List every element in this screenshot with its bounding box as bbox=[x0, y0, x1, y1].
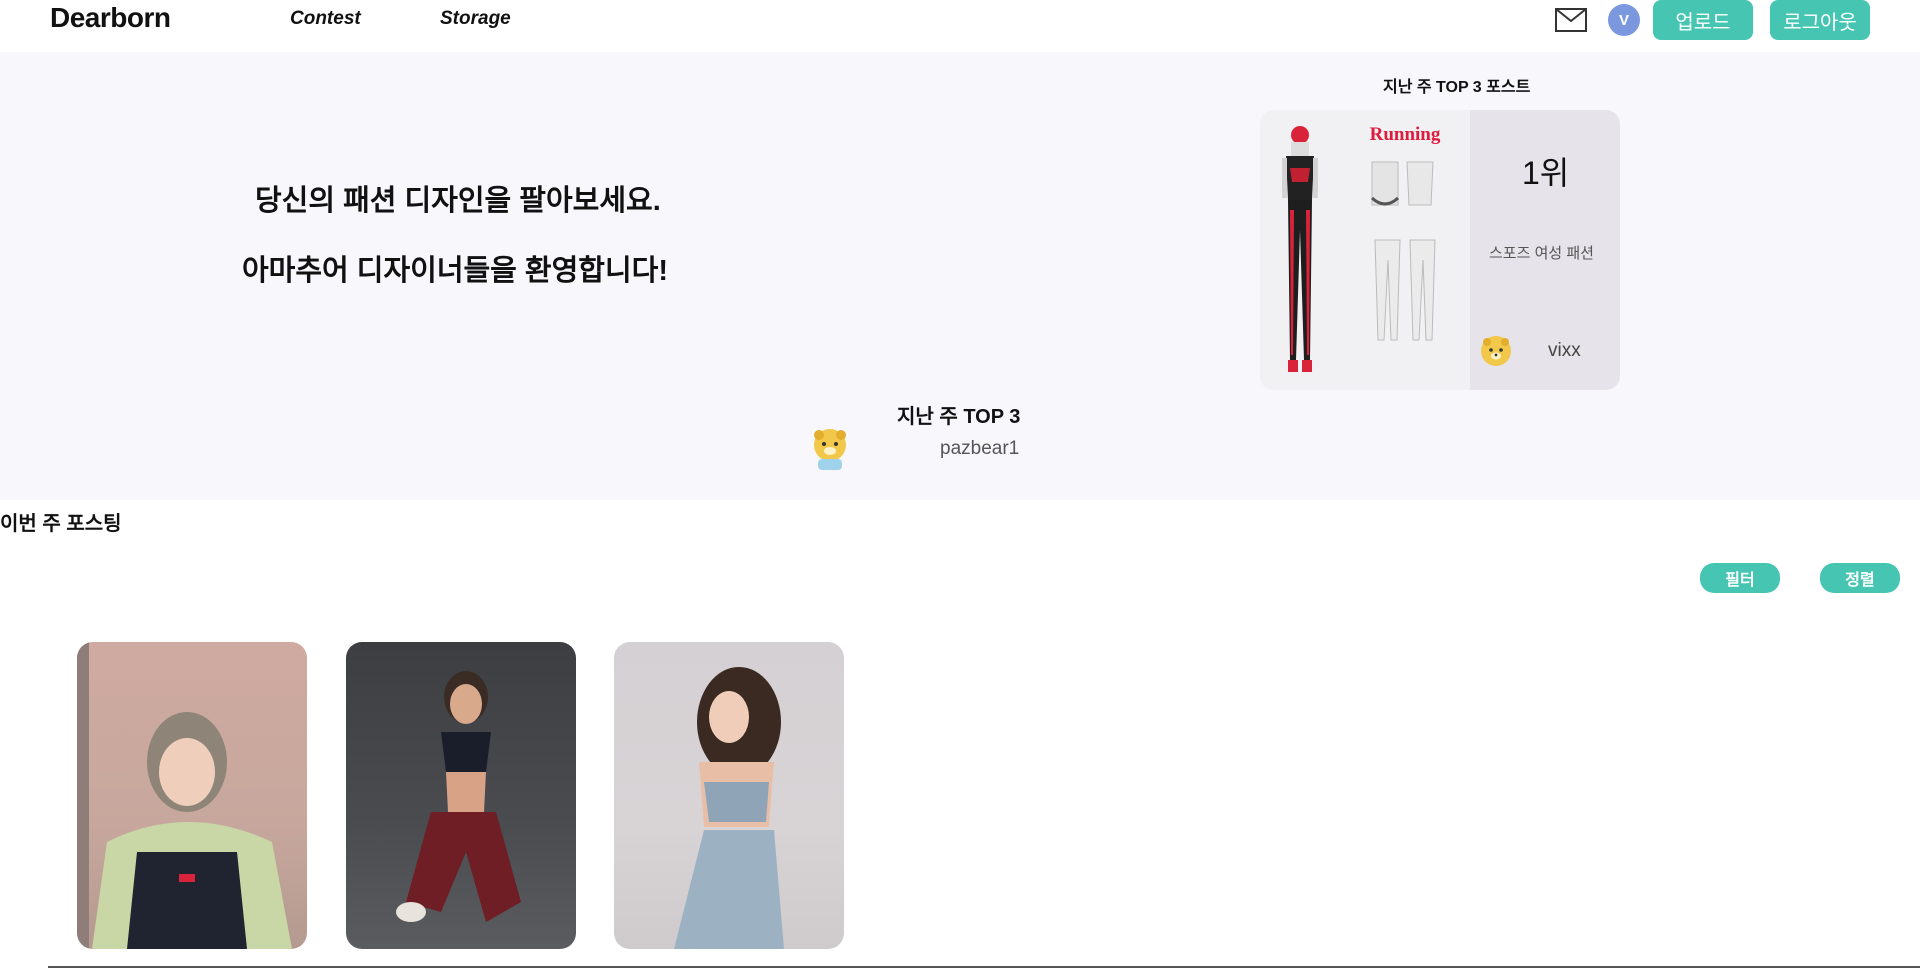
post-title[interactable]: 스포즈 여성 패션 bbox=[1489, 242, 1594, 263]
top-post-card[interactable]: Running 1위 스포즈 여성 패션 vixx bbox=[1260, 110, 1620, 390]
post-thumbnail-caption: Running bbox=[1370, 124, 1441, 145]
post-card[interactable] bbox=[346, 642, 576, 949]
top-week-user[interactable]: pazbear1 bbox=[940, 438, 1019, 460]
filter-button[interactable]: 필터 bbox=[1700, 563, 1780, 593]
hero-banner: 당신의 패션 디자인을 팔아보세요. 아마추어 디자이너들을 환영합니다! 지난… bbox=[0, 52, 1920, 500]
hero-subheadline: 아마추어 디자이너들을 환영합니다! bbox=[242, 255, 668, 287]
nav-contest[interactable]: Contest bbox=[290, 8, 361, 30]
nav-storage[interactable]: Storage bbox=[440, 8, 511, 30]
post-photo bbox=[396, 671, 521, 922]
divider bbox=[48, 966, 1920, 968]
top3-post-title: 지난 주 TOP 3 포스트 bbox=[1383, 79, 1531, 96]
post-thumbnail: Running bbox=[1260, 110, 1470, 390]
top-navbar: Dearborn Contest Storage V 업로드 로그아웃 bbox=[0, 0, 1920, 52]
sort-button[interactable]: 정렬 bbox=[1820, 563, 1900, 593]
post-rank: 1위 bbox=[1522, 155, 1570, 191]
post-author[interactable]: vixx bbox=[1548, 340, 1581, 362]
bear-avatar-icon bbox=[1481, 336, 1511, 366]
bear-avatar-icon bbox=[814, 429, 846, 470]
posting-section-title: 이번 주 포스팅 bbox=[0, 513, 122, 535]
post-photo bbox=[77, 642, 292, 949]
top3-week-title: 지난 주 TOP 3 bbox=[897, 406, 1021, 428]
post-card[interactable] bbox=[77, 642, 307, 949]
mail-icon[interactable] bbox=[1555, 8, 1587, 32]
upload-button[interactable]: 업로드 bbox=[1653, 0, 1753, 40]
post-photo bbox=[674, 667, 784, 949]
hero-headline: 당신의 패션 디자인을 팔아보세요. bbox=[255, 185, 661, 217]
logo[interactable]: Dearborn bbox=[50, 2, 171, 34]
user-avatar[interactable]: V bbox=[1608, 4, 1640, 36]
logout-button[interactable]: 로그아웃 bbox=[1770, 0, 1870, 40]
post-card[interactable] bbox=[614, 642, 844, 949]
